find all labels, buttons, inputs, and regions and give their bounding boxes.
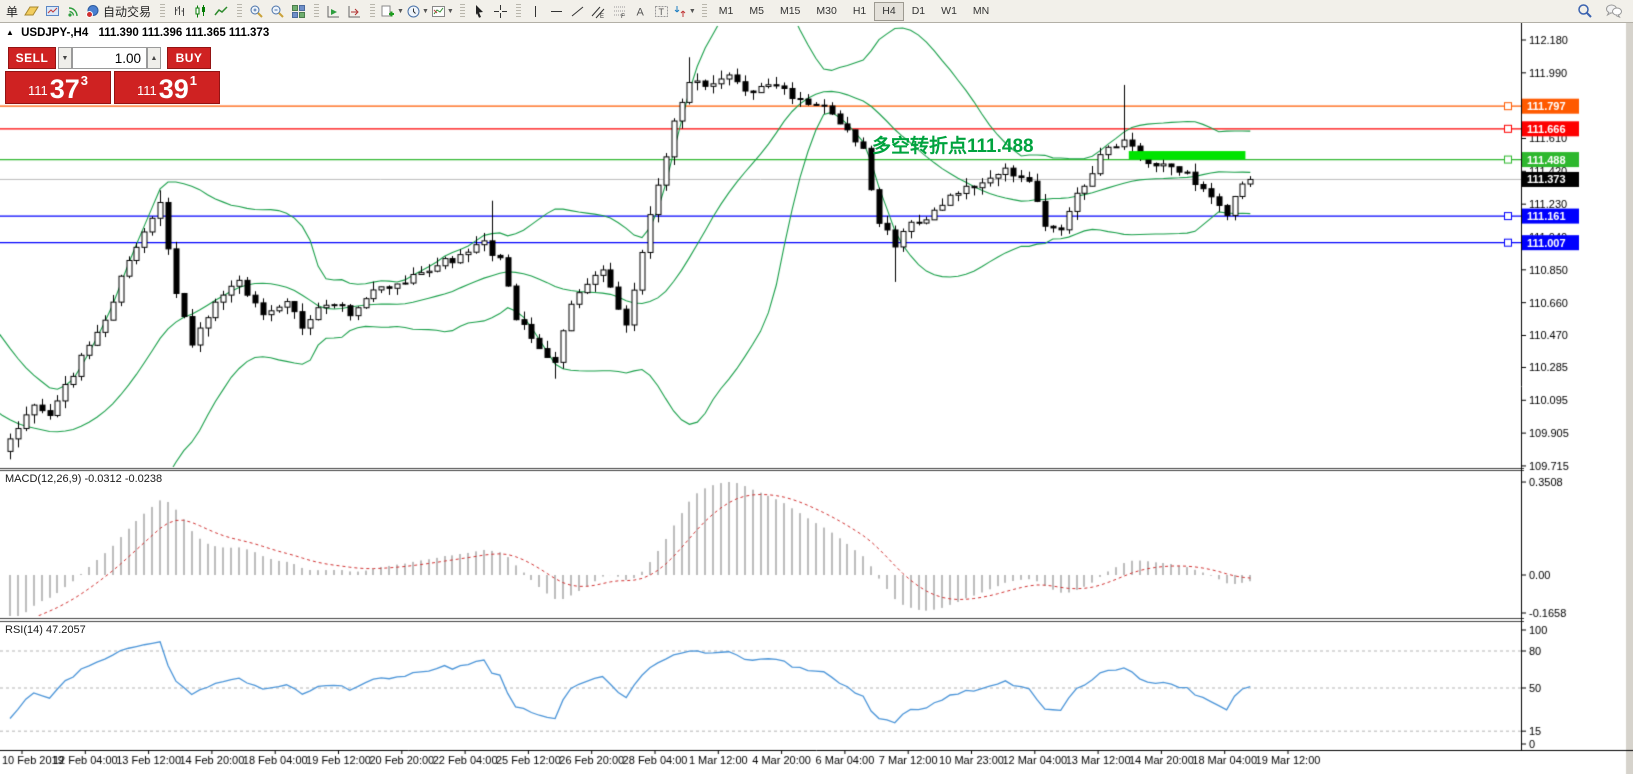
buy-price-sup: 1 <box>190 73 197 88</box>
channel-icon[interactable]: E <box>588 1 609 21</box>
toolbar-grip <box>314 4 319 19</box>
timeframe-m30[interactable]: M30 <box>808 2 844 21</box>
vertical-line-icon[interactable] <box>525 1 546 21</box>
mt4-window: { "toolbar": { "left_label": "单", "autot… <box>0 0 1633 774</box>
toolbar-grip <box>702 4 707 19</box>
svg-text:E: E <box>600 14 604 19</box>
tile-windows-icon[interactable] <box>288 1 309 21</box>
buy-price-box[interactable]: 111 39 1 <box>114 71 220 104</box>
periods-icon[interactable]: ▼ <box>405 1 430 21</box>
timeframe-d1[interactable]: D1 <box>904 2 933 21</box>
up-arrow-icon: ▲ <box>151 55 158 62</box>
add-indicator-icon[interactable]: ▼ <box>379 1 405 21</box>
toolbar-grip <box>160 4 165 19</box>
cursor-icon[interactable] <box>469 1 490 21</box>
zoom-in-icon[interactable] <box>246 1 267 21</box>
autotrade-button[interactable]: 自动交易 <box>84 1 155 21</box>
sell-price-big: 37 <box>50 76 80 102</box>
crosshair-icon[interactable] <box>490 1 511 21</box>
timeframe-m15[interactable]: M15 <box>772 2 808 21</box>
macd-indicator-label: MACD(12,26,9) -0.0312 -0.0238 <box>5 473 162 485</box>
dropdown-caret-icon[interactable]: ▼ <box>397 8 404 15</box>
buy-button[interactable]: BUY <box>167 47 211 69</box>
text-icon[interactable]: A <box>630 1 651 21</box>
fibonacci-icon[interactable]: F <box>609 1 630 21</box>
chat-icon[interactable] <box>1603 1 1624 21</box>
timeframe-h4[interactable]: H4 <box>874 2 903 21</box>
timeframe-mn[interactable]: MN <box>965 2 997 21</box>
new-order-label[interactable]: 单 <box>3 3 21 20</box>
sell-price-sup: 3 <box>81 73 88 88</box>
chart-title: ▲ USDJPY-,H4 111.390 111.396 111.365 111… <box>6 27 269 39</box>
chart-annotation: 多空转折点111.488 <box>872 131 1034 158</box>
sell-button[interactable]: SELL <box>8 47 56 69</box>
down-arrow-icon: ▼ <box>62 55 69 62</box>
volume-increase-button[interactable]: ▲ <box>147 47 161 69</box>
line-chart-icon[interactable] <box>211 1 232 21</box>
auto-scroll-icon[interactable] <box>323 1 344 21</box>
timeframe-w1[interactable]: W1 <box>933 2 965 21</box>
chart-symbol-period: USDJPY-,H4 <box>21 27 88 39</box>
text-label-icon[interactable]: T <box>651 1 672 21</box>
toolbar-grip <box>237 4 242 19</box>
timeframe-m5[interactable]: M5 <box>741 2 772 21</box>
trendline-icon[interactable] <box>567 1 588 21</box>
candlestick-icon[interactable] <box>190 1 211 21</box>
sell-price-box[interactable]: 111 37 3 <box>5 71 111 104</box>
svg-text:T: T <box>658 7 664 17</box>
sell-price-prefix: 111 <box>28 83 48 98</box>
zoom-out-icon[interactable] <box>267 1 288 21</box>
chart-ohlc-values: 111.390 111.396 111.365 111.373 <box>98 27 269 39</box>
svg-text:A: A <box>636 6 644 18</box>
market-watch-icon[interactable] <box>42 1 63 21</box>
dropdown-caret-icon[interactable]: ▼ <box>689 8 696 15</box>
volume-input[interactable] <box>72 47 147 69</box>
buy-price-prefix: 111 <box>137 83 157 98</box>
new-order-icon[interactable] <box>21 1 42 21</box>
toolbar-grip <box>460 4 465 19</box>
chart-canvas[interactable] <box>0 0 1633 774</box>
arrows-icon[interactable]: ▼ <box>672 1 697 21</box>
collapse-arrow-icon[interactable]: ▲ <box>6 28 14 37</box>
timeframe-m1[interactable]: M1 <box>711 2 742 21</box>
rsi-indicator-label: RSI(14) 47.2057 <box>5 624 86 636</box>
dropdown-caret-icon[interactable]: ▼ <box>447 8 454 15</box>
volume-decrease-button[interactable]: ▼ <box>58 47 72 69</box>
search-icon[interactable] <box>1574 1 1595 21</box>
buy-price-big: 39 <box>159 76 189 102</box>
dropdown-caret-icon[interactable]: ▼ <box>422 8 429 15</box>
toolbar-grip <box>516 4 521 19</box>
autotrade-label: 自动交易 <box>100 3 154 20</box>
bar-chart-icon[interactable] <box>169 1 190 21</box>
timeframe-h1[interactable]: H1 <box>845 2 874 21</box>
signal-icon[interactable] <box>63 1 84 21</box>
horizontal-line-icon[interactable] <box>546 1 567 21</box>
svg-text:F: F <box>621 14 625 19</box>
chart-shift-icon[interactable] <box>344 1 365 21</box>
main-toolbar: 单 自动交易 ▼ ▼ ▼ <box>0 0 1633 23</box>
templates-icon[interactable]: ▼ <box>430 1 455 21</box>
toolbar-grip <box>370 4 375 19</box>
